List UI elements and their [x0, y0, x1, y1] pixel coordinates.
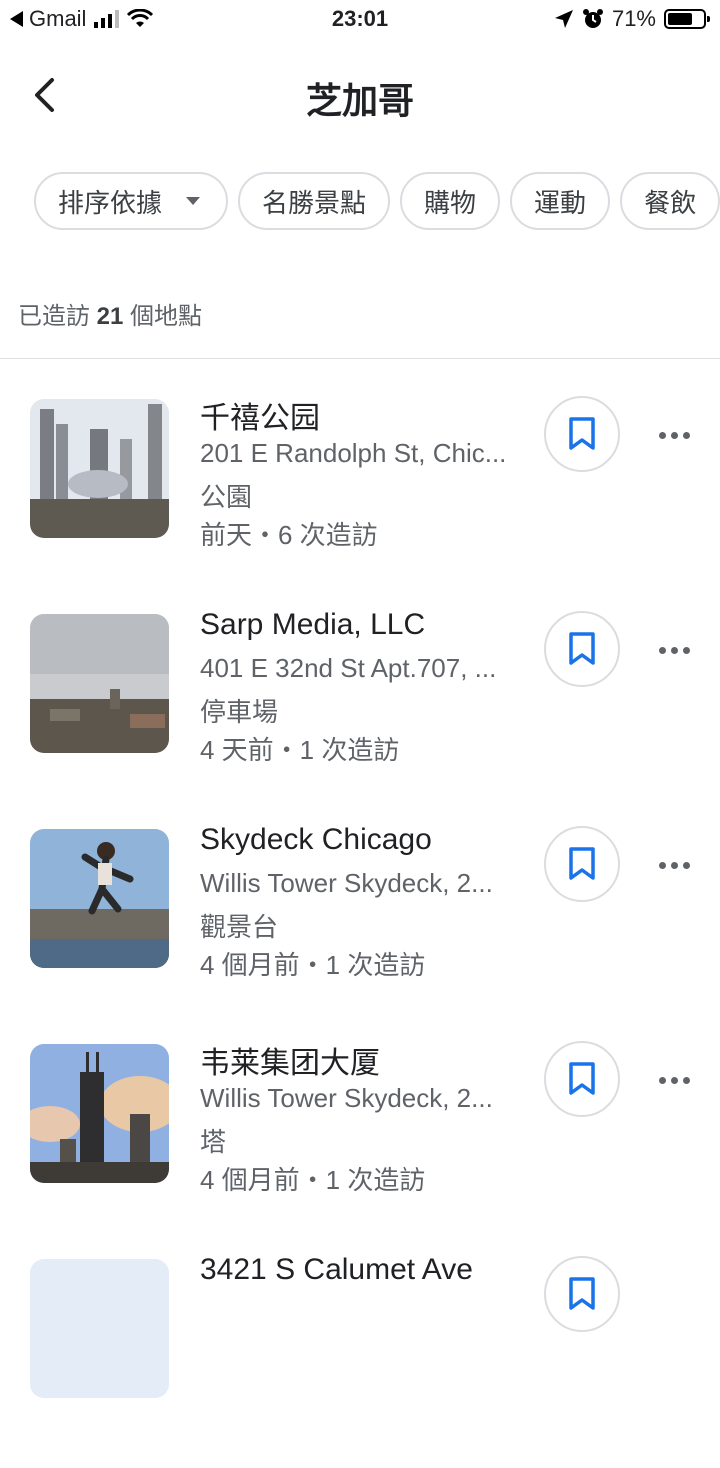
place-visits: 4 天前・1 次造訪 [200, 735, 400, 765]
save-button[interactable] [544, 826, 620, 902]
place-address: 401 E 32nd St Apt.707, ... [200, 653, 497, 683]
header: 芝加哥 [0, 50, 720, 140]
more-options-button[interactable] [650, 630, 698, 670]
bookmark-icon [569, 1277, 595, 1310]
chip-shopping[interactable]: 購物 [400, 172, 501, 230]
place-item[interactable]: Sarp Media, LLC 401 E 32nd St Apt.707, .… [0, 608, 720, 823]
place-category: 公園 [200, 482, 253, 512]
more-options-button[interactable] [650, 415, 698, 455]
place-name: 千禧公园 [200, 402, 320, 435]
location-arrow-icon [554, 10, 573, 28]
save-button[interactable] [544, 1041, 620, 1117]
save-button[interactable] [544, 396, 620, 472]
bookmark-icon [569, 1062, 595, 1095]
filter-chips: 排序依據 名勝景點 購物 運動 餐飲 [34, 172, 720, 230]
visited-summary: 已造訪 21 個地點 [18, 296, 202, 331]
place-category: 停車場 [200, 697, 279, 727]
visited-count: 21 [96, 303, 124, 330]
bookmark-icon [569, 847, 595, 880]
place-address: Willis Tower Skydeck, 2... [200, 868, 493, 898]
place-item[interactable]: 韦莱集团大厦 Willis Tower Skydeck, 2... 塔 4 個月… [0, 1038, 720, 1253]
place-visits: 4 個月前・1 次造訪 [200, 1165, 426, 1195]
status-bar: Gmail 23:01 71% [0, 0, 720, 40]
place-thumbnail [30, 1044, 169, 1183]
page-title: 芝加哥 [305, 80, 414, 121]
chip-sports[interactable]: 運動 [510, 172, 611, 230]
place-name: 3421 S Calumet Ave [200, 1253, 473, 1286]
place-thumbnail [30, 614, 169, 753]
place-address: Willis Tower Skydeck, 2... [200, 1083, 493, 1113]
more-options-button[interactable] [650, 1060, 698, 1100]
place-visits: 4 個月前・1 次造訪 [200, 950, 426, 980]
battery-icon [664, 9, 710, 29]
summary-suffix: 個地點 [130, 303, 203, 330]
place-item[interactable]: Skydeck Chicago Willis Tower Skydeck, 2.… [0, 823, 720, 1038]
place-category: 塔 [200, 1127, 227, 1157]
places-list: 千禧公园 201 E Randolph St, Chic... 公園 前天・6 … [0, 393, 720, 1468]
sort-chip[interactable]: 排序依據 [34, 172, 229, 230]
save-button[interactable] [544, 1256, 620, 1332]
divider [0, 358, 720, 359]
alarm-icon [582, 9, 603, 28]
place-visits: 前天・6 次造訪 [200, 520, 378, 550]
summary-prefix: 已造訪 [18, 303, 90, 330]
bookmark-icon [569, 417, 595, 450]
dropdown-caret-icon [186, 197, 201, 205]
place-thumbnail [30, 399, 169, 538]
place-item[interactable]: 千禧公园 201 E Randolph St, Chic... 公園 前天・6 … [0, 393, 720, 608]
battery-percent: 71% [611, 6, 656, 31]
place-thumbnail [30, 829, 169, 968]
more-options-button[interactable] [650, 845, 698, 885]
place-address: 201 E Randolph St, Chic... [200, 438, 507, 468]
save-button[interactable] [544, 611, 620, 687]
chip-attractions[interactable]: 名勝景點 [238, 172, 391, 230]
status-right: 71% [554, 6, 710, 32]
place-category: 觀景台 [200, 912, 279, 942]
place-name: 韦莱集团大厦 [200, 1047, 380, 1080]
sort-chip-label: 排序依據 [58, 187, 163, 218]
chip-dining[interactable]: 餐飲 [620, 172, 720, 230]
place-name: Sarp Media, LLC [200, 608, 426, 641]
place-item[interactable]: 3421 S Calumet Ave [0, 1253, 720, 1468]
place-name: Skydeck Chicago [200, 823, 432, 856]
bookmark-icon [569, 632, 595, 665]
